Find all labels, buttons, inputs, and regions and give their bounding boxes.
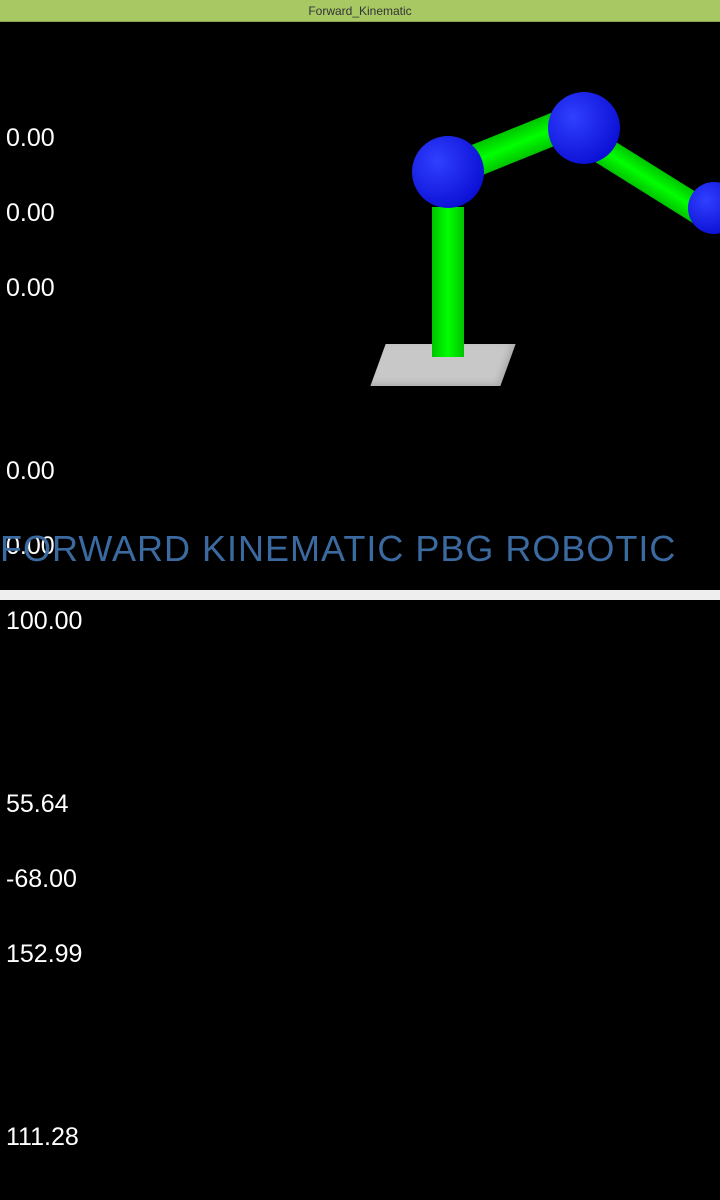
coord-value: 152.99 — [6, 942, 91, 967]
window-title: Forward_Kinematic — [308, 4, 411, 18]
footer-title: FORWARD KINEMATIC PBG ROBOTIC — [0, 528, 676, 570]
robot-joint-2 — [548, 92, 620, 164]
coord-value: 100.00 — [6, 609, 91, 634]
window-titlebar[interactable]: Forward_Kinematic — [0, 0, 720, 22]
joint-coords-0: 0.00 0.00 0.00 — [6, 76, 91, 351]
bottom-strip — [0, 590, 720, 600]
coordinate-readout: 0.00 0.00 0.00 0.00 0.00 100.00 55.64 -6… — [6, 26, 91, 1200]
coord-value: 0.00 — [6, 459, 91, 484]
robot-link-base — [432, 207, 464, 357]
joint-coords-2: 55.64 -68.00 152.99 — [6, 742, 91, 1017]
coord-value: 111.28 — [6, 1125, 91, 1150]
robot-joint-1 — [412, 136, 484, 208]
coord-value: 55.64 — [6, 792, 91, 817]
coord-value: 0.00 — [6, 126, 91, 151]
viewport-3d[interactable]: 0.00 0.00 0.00 0.00 0.00 100.00 55.64 -6… — [0, 22, 720, 600]
coord-value: 0.00 — [6, 201, 91, 226]
coord-value: 0.00 — [6, 276, 91, 301]
joint-coords-3: 111.28 -136.01 104.00 — [6, 1075, 91, 1200]
robot-arm-scene — [330, 72, 720, 452]
coord-value: -68.00 — [6, 867, 91, 892]
